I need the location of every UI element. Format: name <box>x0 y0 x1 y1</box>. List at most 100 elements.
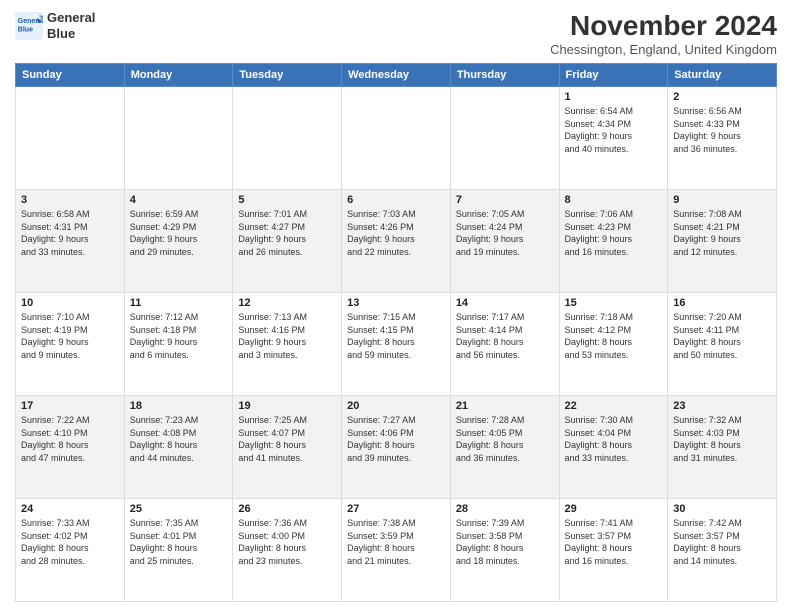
day-number: 26 <box>238 503 336 515</box>
calendar-cell: 3Sunrise: 6:58 AM Sunset: 4:31 PM Daylig… <box>16 190 125 293</box>
calendar-cell: 22 Sunrise: 7:30 AM Sunset: 4:04 PM Dayli… <box>559 396 668 499</box>
day-info: Sunrise: 7:20 AM Sunset: 4:11 PM Dayligh… <box>673 311 771 361</box>
day-info: Sunrise: 7:23 AM Sunset: 4:08 PM Dayligh… <box>130 414 228 464</box>
logo-icon: General Blue <box>15 12 43 40</box>
day-number: 25 <box>130 503 228 515</box>
day-number: 28 <box>456 503 554 515</box>
day-info: Sunrise: 7:17 AM Sunset: 4:14 PM Dayligh… <box>456 311 554 361</box>
calendar-cell <box>124 87 233 190</box>
calendar-cell: 17 Sunrise: 7:22 AM Sunset: 4:10 PM Dayli… <box>16 396 125 499</box>
calendar-cell: 10 Sunrise: 7:10 AM Sunset: 4:19 PM Dayli… <box>16 293 125 396</box>
page: General Blue General Blue November 2024 … <box>0 0 792 612</box>
week-row-2: 3Sunrise: 6:58 AM Sunset: 4:31 PM Daylig… <box>16 190 777 293</box>
day-info: Sunrise: 7:35 AM Sunset: 4:01 PM Dayligh… <box>130 517 228 567</box>
day-info: Sunrise: 7:05 AM Sunset: 4:24 PM Dayligh… <box>456 208 554 258</box>
calendar-cell: 2 Sunrise: 6:56 AM Sunset: 4:33 PM Daylig… <box>668 87 777 190</box>
day-number: 9 <box>673 194 771 206</box>
calendar-cell: 9 Sunrise: 7:08 AM Sunset: 4:21 PM Daylig… <box>668 190 777 293</box>
day-info: Sunrise: 7:25 AM Sunset: 4:07 PM Dayligh… <box>238 414 336 464</box>
calendar-cell: 1Sunrise: 6:54 AM Sunset: 4:34 PM Daylig… <box>559 87 668 190</box>
calendar-cell: 18Sunrise: 7:23 AM Sunset: 4:08 PM Dayli… <box>124 396 233 499</box>
day-number: 2 <box>673 91 771 103</box>
calendar-cell: 16 Sunrise: 7:20 AM Sunset: 4:11 PM Dayli… <box>668 293 777 396</box>
day-info: Sunrise: 7:10 AM Sunset: 4:19 PM Dayligh… <box>21 311 119 361</box>
day-info: Sunrise: 6:59 AM Sunset: 4:29 PM Dayligh… <box>130 208 228 258</box>
day-header-thursday: Thursday <box>450 64 559 87</box>
logo-text: General Blue <box>47 10 95 41</box>
day-number: 21 <box>456 400 554 412</box>
header-row: SundayMondayTuesdayWednesdayThursdayFrid… <box>16 64 777 87</box>
day-info: Sunrise: 7:41 AM Sunset: 3:57 PM Dayligh… <box>565 517 663 567</box>
day-number: 11 <box>130 297 228 309</box>
day-number: 10 <box>21 297 119 309</box>
day-number: 4 <box>130 194 228 206</box>
day-number: 27 <box>347 503 445 515</box>
calendar-cell: 7 Sunrise: 7:05 AM Sunset: 4:24 PM Daylig… <box>450 190 559 293</box>
day-number: 24 <box>21 503 119 515</box>
calendar-cell: 21 Sunrise: 7:28 AM Sunset: 4:05 PM Dayli… <box>450 396 559 499</box>
calendar-cell: 29 Sunrise: 7:41 AM Sunset: 3:57 PM Dayli… <box>559 499 668 602</box>
day-info: Sunrise: 7:28 AM Sunset: 4:05 PM Dayligh… <box>456 414 554 464</box>
calendar-cell: 27 Sunrise: 7:38 AM Sunset: 3:59 PM Dayli… <box>342 499 451 602</box>
day-info: Sunrise: 7:27 AM Sunset: 4:06 PM Dayligh… <box>347 414 445 464</box>
day-header-tuesday: Tuesday <box>233 64 342 87</box>
day-number: 22 <box>565 400 663 412</box>
day-number: 16 <box>673 297 771 309</box>
calendar-cell <box>450 87 559 190</box>
calendar-cell: 23Sunrise: 7:32 AM Sunset: 4:03 PM Dayli… <box>668 396 777 499</box>
day-number: 17 <box>21 400 119 412</box>
calendar-cell <box>233 87 342 190</box>
calendar-cell: 28 Sunrise: 7:39 AM Sunset: 3:58 PM Dayli… <box>450 499 559 602</box>
calendar-cell: 24 Sunrise: 7:33 AM Sunset: 4:02 PM Dayli… <box>16 499 125 602</box>
day-info: Sunrise: 7:32 AM Sunset: 4:03 PM Dayligh… <box>673 414 771 464</box>
week-row-5: 24 Sunrise: 7:33 AM Sunset: 4:02 PM Dayli… <box>16 499 777 602</box>
logo-line2: Blue <box>47 26 95 42</box>
day-info: Sunrise: 6:56 AM Sunset: 4:33 PM Dayligh… <box>673 105 771 155</box>
day-header-monday: Monday <box>124 64 233 87</box>
subtitle: Chessington, England, United Kingdom <box>550 42 777 57</box>
week-row-3: 10 Sunrise: 7:10 AM Sunset: 4:19 PM Dayli… <box>16 293 777 396</box>
calendar-cell: 11 Sunrise: 7:12 AM Sunset: 4:18 PM Dayli… <box>124 293 233 396</box>
day-header-saturday: Saturday <box>668 64 777 87</box>
main-title: November 2024 <box>550 10 777 42</box>
day-info: Sunrise: 7:36 AM Sunset: 4:00 PM Dayligh… <box>238 517 336 567</box>
calendar-cell: 20 Sunrise: 7:27 AM Sunset: 4:06 PM Dayli… <box>342 396 451 499</box>
day-number: 5 <box>238 194 336 206</box>
day-number: 7 <box>456 194 554 206</box>
day-number: 3 <box>21 194 119 206</box>
day-info: Sunrise: 7:08 AM Sunset: 4:21 PM Dayligh… <box>673 208 771 258</box>
day-info: Sunrise: 7:39 AM Sunset: 3:58 PM Dayligh… <box>456 517 554 567</box>
day-info: Sunrise: 7:22 AM Sunset: 4:10 PM Dayligh… <box>21 414 119 464</box>
calendar-cell: 25 Sunrise: 7:35 AM Sunset: 4:01 PM Dayli… <box>124 499 233 602</box>
calendar-cell: 30Sunrise: 7:42 AM Sunset: 3:57 PM Dayli… <box>668 499 777 602</box>
day-header-friday: Friday <box>559 64 668 87</box>
day-info: Sunrise: 7:33 AM Sunset: 4:02 PM Dayligh… <box>21 517 119 567</box>
day-number: 12 <box>238 297 336 309</box>
day-info: Sunrise: 7:13 AM Sunset: 4:16 PM Dayligh… <box>238 311 336 361</box>
calendar-cell: 6Sunrise: 7:03 AM Sunset: 4:26 PM Daylig… <box>342 190 451 293</box>
calendar-cell: 13Sunrise: 7:15 AM Sunset: 4:15 PM Dayli… <box>342 293 451 396</box>
calendar-cell: 5Sunrise: 7:01 AM Sunset: 4:27 PM Daylig… <box>233 190 342 293</box>
day-info: Sunrise: 7:38 AM Sunset: 3:59 PM Dayligh… <box>347 517 445 567</box>
day-info: Sunrise: 7:18 AM Sunset: 4:12 PM Dayligh… <box>565 311 663 361</box>
calendar-cell: 19Sunrise: 7:25 AM Sunset: 4:07 PM Dayli… <box>233 396 342 499</box>
day-header-sunday: Sunday <box>16 64 125 87</box>
calendar-cell: 4 Sunrise: 6:59 AM Sunset: 4:29 PM Daylig… <box>124 190 233 293</box>
day-info: Sunrise: 6:54 AM Sunset: 4:34 PM Dayligh… <box>565 105 663 155</box>
day-number: 8 <box>565 194 663 206</box>
day-info: Sunrise: 7:42 AM Sunset: 3:57 PM Dayligh… <box>673 517 771 567</box>
logo: General Blue General Blue <box>15 10 95 41</box>
svg-text:Blue: Blue <box>18 26 33 33</box>
calendar-cell: 26 Sunrise: 7:36 AM Sunset: 4:00 PM Dayli… <box>233 499 342 602</box>
calendar-cell: 8Sunrise: 7:06 AM Sunset: 4:23 PM Daylig… <box>559 190 668 293</box>
calendar-table: SundayMondayTuesdayWednesdayThursdayFrid… <box>15 63 777 602</box>
day-number: 20 <box>347 400 445 412</box>
day-info: Sunrise: 7:30 AM Sunset: 4:04 PM Dayligh… <box>565 414 663 464</box>
day-number: 29 <box>565 503 663 515</box>
calendar-cell <box>16 87 125 190</box>
calendar-cell: 15Sunrise: 7:18 AM Sunset: 4:12 PM Dayli… <box>559 293 668 396</box>
header: General Blue General Blue November 2024 … <box>15 10 777 57</box>
title-block: November 2024 Chessington, England, Unit… <box>550 10 777 57</box>
day-info: Sunrise: 7:15 AM Sunset: 4:15 PM Dayligh… <box>347 311 445 361</box>
day-info: Sunrise: 7:12 AM Sunset: 4:18 PM Dayligh… <box>130 311 228 361</box>
